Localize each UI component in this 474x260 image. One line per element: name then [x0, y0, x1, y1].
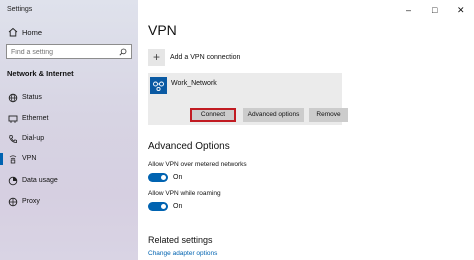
sidebar-item-label: Proxy — [22, 198, 40, 205]
plus-glyph: + — [152, 50, 160, 64]
ethernet-icon — [8, 115, 18, 123]
sidebar: Settings Home Network & Internet Status … — [0, 0, 138, 260]
metered-networks-toggle[interactable] — [148, 173, 168, 182]
main-panel: – □ ✕ VPN + Add a VPN connection Work_Ne… — [138, 0, 474, 260]
status-icon — [8, 93, 18, 103]
sidebar-item-label: Status — [22, 94, 42, 101]
section-title: Network & Internet — [7, 69, 74, 78]
vpn-icon — [9, 155, 17, 164]
metered-networks-state: On — [173, 174, 183, 181]
roaming-label: Allow VPN while roaming — [148, 190, 221, 197]
toggle-knob — [161, 204, 166, 209]
sidebar-item-ethernet[interactable]: Ethernet — [0, 111, 138, 127]
dial-up-icon — [9, 135, 17, 143]
minimize-button[interactable]: – — [406, 5, 411, 15]
proxy-icon — [8, 197, 18, 207]
advanced-options-heading: Advanced Options — [148, 141, 230, 152]
remove-button[interactable]: Remove — [309, 108, 348, 122]
connect-button[interactable]: Connect — [190, 108, 236, 122]
vpn-connection-card[interactable]: Work_Network Connect Advanced options Re… — [148, 73, 348, 125]
search-input[interactable] — [11, 47, 111, 57]
sidebar-item-label: VPN — [22, 155, 37, 162]
maximize-button[interactable]: □ — [432, 5, 437, 15]
sidebar-item-status[interactable]: Status — [0, 90, 138, 106]
page-title: VPN — [148, 22, 177, 38]
vpn-network-icon — [150, 77, 167, 94]
roaming-toggle[interactable] — [148, 202, 168, 211]
sidebar-item-label: Dial-up — [22, 135, 45, 142]
related-settings-heading: Related settings — [148, 235, 213, 245]
roaming-state: On — [173, 203, 183, 210]
metered-networks-label: Allow VPN over metered networks — [148, 161, 247, 168]
sidebar-item-proxy[interactable]: Proxy — [0, 194, 138, 210]
close-button[interactable]: ✕ — [457, 5, 465, 16]
add-icon: + — [148, 49, 165, 66]
search-box[interactable] — [6, 44, 132, 59]
search-icon — [119, 48, 127, 56]
sidebar-item-label: Ethernet — [22, 115, 49, 122]
toggle-knob — [161, 175, 166, 180]
change-adapter-options-link[interactable]: Change adapter options — [148, 250, 217, 257]
window-title: Settings — [7, 6, 33, 13]
data-usage-icon — [8, 176, 18, 186]
sidebar-item-dial-up[interactable]: Dial-up — [0, 131, 138, 147]
sidebar-item-vpn[interactable]: VPN — [0, 151, 138, 167]
sidebar-item-home[interactable]: Home — [0, 24, 138, 40]
sidebar-item-label: Data usage — [22, 177, 58, 184]
sidebar-item-label: Home — [22, 28, 43, 37]
advanced-options-button[interactable]: Advanced options — [243, 108, 304, 122]
add-vpn-label: Add a VPN connection — [170, 54, 241, 61]
vpn-connection-name: Work_Network — [171, 80, 217, 87]
sidebar-item-data-usage[interactable]: Data usage — [0, 173, 138, 189]
home-icon — [8, 27, 18, 37]
